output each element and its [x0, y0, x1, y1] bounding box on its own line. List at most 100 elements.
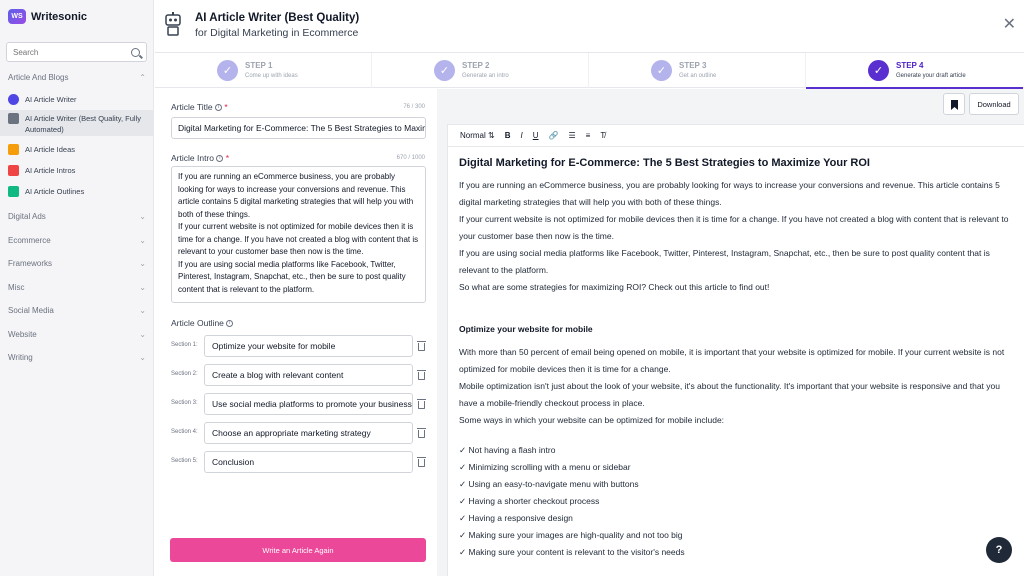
lock-icon — [8, 113, 19, 124]
section-paragraph: With more than 50 percent of email being… — [459, 347, 1005, 374]
format-select[interactable]: Normal ⇅ — [460, 131, 495, 140]
section-label: Section 3: — [171, 400, 198, 406]
check-icon: ✓ — [651, 60, 672, 81]
trash-icon[interactable] — [417, 457, 426, 467]
write-article-again-button[interactable]: Write an Article Again — [170, 538, 426, 562]
category-label: Article And Blogs — [8, 73, 69, 82]
sidebar-item-ai-article-ideas[interactable]: AI Article Ideas — [0, 142, 154, 156]
chevron-down-icon: ⌄ — [139, 259, 146, 268]
link-icon[interactable]: 🔗 — [549, 131, 559, 140]
sidebar-item-ai-article-outlines[interactable]: AI Article Outlines — [0, 184, 154, 198]
article-intro-textarea[interactable]: If you are running an eCommerce business… — [171, 166, 426, 303]
category-label: Digital Ads — [8, 212, 46, 221]
trash-icon[interactable] — [417, 370, 426, 380]
clear-format-icon[interactable]: T̸ — [600, 131, 605, 140]
page-subtitle: for Digital Marketing in Ecommerce — [195, 27, 359, 39]
sidebar: WS Writesonic Article And Blogs ⌃ AI Arti… — [0, 0, 154, 576]
step-4[interactable]: ✓ STEP 4 Generate your draft article — [806, 53, 1023, 89]
check-icon: ✓ — [868, 60, 889, 81]
chevron-down-icon: ⌄ — [139, 330, 146, 339]
intro-paragraph: If you are using social media platforms … — [459, 248, 990, 275]
sidebar-item-ai-article-intros[interactable]: AI Article Intros — [0, 163, 154, 177]
category-misc[interactable]: Misc ⌄ — [8, 283, 146, 292]
category-website[interactable]: Website ⌄ — [8, 330, 146, 339]
category-social-media[interactable]: Social Media ⌄ — [8, 306, 146, 315]
label-text: Article Title — [171, 102, 213, 112]
bookmark-button[interactable] — [943, 93, 965, 115]
article-content: Digital Marketing for E-Commerce: The 5 … — [448, 147, 1024, 561]
list-item-text: Using an easy-to-navigate menu with butt… — [468, 479, 639, 489]
category-article-and-blogs[interactable]: Article And Blogs ⌃ — [8, 73, 146, 82]
sidebar-item-label: AI Article Outlines — [25, 186, 85, 196]
check-icon: ✓ — [434, 60, 455, 81]
close-icon[interactable]: ✕ — [1003, 14, 1016, 34]
info-icon[interactable]: i — [226, 320, 234, 328]
help-button[interactable]: ? — [986, 537, 1012, 563]
section-input[interactable]: Use social media platforms to promote yo… — [204, 393, 413, 415]
section-input[interactable]: Choose an appropriate marketing strategy — [204, 422, 413, 444]
article-intro-label: Article Intro i * — [171, 153, 229, 163]
intro-char-count: 670 / 1000 — [396, 155, 425, 161]
label-text: Article Intro — [171, 153, 214, 163]
section-input[interactable]: Optimize your website for mobile — [204, 335, 413, 357]
list-item-text: Minimizing scrolling with a menu or side… — [468, 462, 631, 472]
section-label: Section 5: — [171, 458, 198, 464]
step-label: STEP 4 — [896, 61, 924, 70]
logo[interactable]: WS Writesonic — [8, 9, 87, 24]
category-writing[interactable]: Writing ⌄ — [8, 353, 146, 362]
section-input[interactable]: Create a blog with relevant content — [204, 364, 413, 386]
step-description: Come up with ideas — [245, 73, 298, 79]
list-item: ✓ Using an easy-to-navigate menu with bu… — [459, 476, 1013, 493]
info-icon[interactable]: i — [216, 155, 224, 163]
category-label: Writing — [8, 353, 33, 362]
trash-icon[interactable] — [417, 341, 426, 351]
category-frameworks[interactable]: Frameworks ⌄ — [8, 259, 146, 268]
article-title-input[interactable]: Digital Marketing for E-Commerce: The 5 … — [171, 117, 426, 139]
underline-button[interactable]: U — [533, 131, 539, 140]
download-button[interactable]: Download — [969, 93, 1019, 115]
category-label: Misc — [8, 283, 25, 292]
list-item: ✓ Making sure your content is relevant t… — [459, 544, 1013, 561]
required-mark: * — [224, 102, 228, 112]
italic-button[interactable]: I — [521, 131, 523, 140]
sidebar-item-ai-article-writer-best[interactable]: AI Article Writer (Best Quality, Fully A… — [0, 110, 154, 136]
sidebar-item-label: AI Article Writer — [25, 94, 77, 104]
sidebar-item-label: AI Article Ideas — [25, 144, 76, 154]
chevron-up-icon: ⌃ — [139, 73, 146, 82]
category-digital-ads[interactable]: Digital Ads ⌄ — [8, 212, 146, 221]
form-panel: Article Title i * 76 / 300 Digital Marke… — [155, 89, 437, 576]
output-panel: Download Normal ⇅ B I U 🔗 ☰ ≡ T̸ Digital… — [437, 89, 1024, 576]
ordered-list-icon[interactable]: ☰ — [568, 131, 575, 140]
step-1[interactable]: ✓ STEP 1 Come up with ideas — [155, 53, 372, 88]
article-title-label: Article Title i * — [171, 102, 228, 112]
section-input[interactable]: Conclusion — [204, 451, 413, 473]
step-label: STEP 2 — [462, 61, 490, 70]
article-heading: Digital Marketing for E-Commerce: The 5 … — [459, 157, 870, 169]
list-item-text: Having a responsive design — [468, 513, 573, 523]
bookmark-icon — [951, 100, 958, 110]
trash-icon[interactable] — [417, 399, 426, 409]
intro-text: If you are running an eCommerce business… — [178, 172, 419, 294]
chevron-down-icon: ⌄ — [139, 283, 146, 292]
category-ecommerce[interactable]: Ecommerce ⌄ — [8, 236, 146, 245]
stepper: ✓ STEP 1 Come up with ideas ✓ STEP 2 Gen… — [155, 52, 1024, 89]
search-icon[interactable] — [131, 47, 140, 57]
bullet-list-icon[interactable]: ≡ — [586, 131, 591, 140]
step-2[interactable]: ✓ STEP 2 Generate an intro — [372, 53, 589, 88]
check-icon: ✓ — [217, 60, 238, 81]
info-icon[interactable]: i — [214, 104, 222, 112]
sidebar-item-ai-article-writer[interactable]: AI Article Writer — [0, 92, 154, 106]
trash-icon[interactable] — [417, 428, 426, 438]
step-3[interactable]: ✓ STEP 3 Get an outline — [589, 53, 806, 88]
label-text: Article Outline — [171, 318, 224, 328]
step-description: Get an outline — [679, 73, 717, 79]
category-label: Frameworks — [8, 259, 53, 268]
category-label: Website — [8, 330, 37, 339]
search-box[interactable] — [6, 42, 147, 62]
list-item: ✓ Having a responsive design — [459, 510, 1013, 527]
search-input[interactable] — [13, 47, 131, 57]
list-item-text: Making sure your images are high-quality… — [468, 530, 683, 540]
article-editor[interactable]: Normal ⇅ B I U 🔗 ☰ ≡ T̸ Digital Marketin… — [447, 124, 1024, 576]
bold-button[interactable]: B — [505, 131, 511, 140]
step-label: STEP 3 — [679, 61, 707, 70]
